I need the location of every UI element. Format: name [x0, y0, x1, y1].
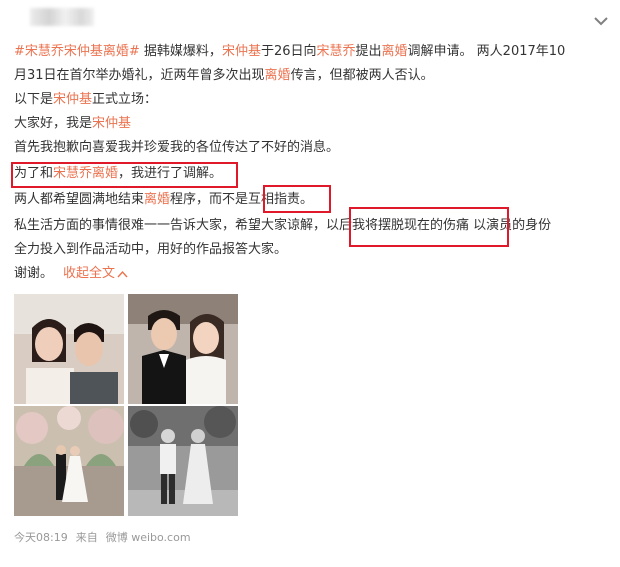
text: 程序，而不是 — [170, 192, 249, 207]
keyword-highlight: 宋仲基 — [221, 44, 261, 59]
text: 据韩媒爆料， — [139, 44, 222, 59]
photo-graphic — [128, 294, 238, 404]
photo-wedding-couple[interactable] — [128, 294, 238, 404]
keyword-highlight: 宋慧乔 — [316, 44, 356, 59]
text: 互相指责。 — [248, 192, 314, 207]
text: 调解申请。 两人2017年10 — [407, 44, 566, 59]
keyword-highlight: 离婚 — [144, 192, 171, 207]
keyword-highlight: 宋仲基 — [53, 92, 93, 107]
post-line-10: 谢谢。 收起全文 — [14, 264, 128, 284]
text: 月31日在首尔举办婚礼，近两年曾多次出现 — [14, 68, 265, 83]
source-link[interactable]: 微博 weibo.com — [106, 531, 191, 544]
photo-couple-smiling[interactable] — [14, 294, 124, 404]
text: 传言，但都被两人否认。 — [290, 68, 434, 83]
collapse-text-link[interactable]: 收起全文 — [63, 266, 128, 281]
photo-graphic — [128, 406, 238, 516]
text: 谢谢。 — [14, 266, 54, 281]
text: 私生活方面的事情很难一一告诉大家，希望大家谅解， — [14, 218, 327, 233]
hashtag-link[interactable]: #宋慧乔宋仲基离婚# — [14, 44, 140, 59]
text: 为了和 — [14, 166, 54, 181]
text: 正式立场： — [92, 92, 158, 107]
chevron-up-icon — [117, 270, 128, 277]
text: 两人都希望圆满地结束 — [14, 192, 145, 207]
text: 全力投入到作品活动中，用好的作品报答大家。 — [14, 242, 288, 257]
post-line-1: #宋慧乔宋仲基离婚# 据韩媒爆料，宋仲基于26日向宋慧乔提出离婚调解申请。 两人… — [14, 42, 565, 62]
post-line-7: 两人都希望圆满地结束离婚程序，而不是互相指责。 — [14, 190, 313, 210]
photo-wedding-ceremony[interactable] — [14, 406, 124, 516]
photo-black-white-couple[interactable] — [128, 406, 238, 516]
chevron-down-icon[interactable] — [592, 14, 610, 28]
from-label: 来自 — [75, 531, 98, 544]
post-line-3: 以下是宋仲基正式立场： — [14, 90, 157, 110]
post-line-6: 为了和宋慧乔离婚，我进行了调解。 — [14, 164, 222, 184]
text: 以下是 — [14, 92, 54, 107]
keyword-highlight: 宋仲基 — [92, 116, 132, 131]
post-line-4: 大家好，我是宋仲基 — [14, 114, 131, 134]
photo-graphic — [14, 406, 124, 516]
photo-graphic — [14, 294, 124, 404]
keyword-highlight: 宋慧乔离婚 — [53, 166, 119, 181]
post-time-link[interactable]: 今天08:19 — [14, 531, 68, 544]
text: 提出 — [355, 44, 382, 59]
post-line-9: 全力投入到作品活动中，用好的作品报答大家。 — [14, 240, 287, 260]
post-line-8: 私生活方面的事情很难一一告诉大家，希望大家谅解，以后我将摆脱现在的伤痛 以演员的… — [14, 216, 551, 236]
post-meta: 今天08:19 来自 微博 weibo.com — [14, 530, 199, 546]
text: 以演员的身份 — [469, 218, 552, 233]
text: ，我进行了调解。 — [118, 166, 223, 181]
text: 首先我抱歉向喜爱我并珍爱我的各位传达了不好的消息。 — [14, 140, 340, 155]
collapse-label: 收起全文 — [63, 266, 116, 281]
text: 于26日向 — [260, 44, 317, 59]
keyword-highlight: 离婚 — [381, 44, 408, 59]
post-line-2: 月31日在首尔举办婚礼，近两年曾多次出现离婚传言，但都被两人否认。 — [14, 66, 434, 86]
text: 以后我将摆脱现在的伤痛 — [326, 218, 470, 233]
text: 大家好，我是 — [14, 116, 93, 131]
keyword-highlight: 离婚 — [264, 68, 291, 83]
blurred-username — [30, 8, 94, 26]
post-line-5: 首先我抱歉向喜爱我并珍爱我的各位传达了不好的消息。 — [14, 138, 339, 158]
